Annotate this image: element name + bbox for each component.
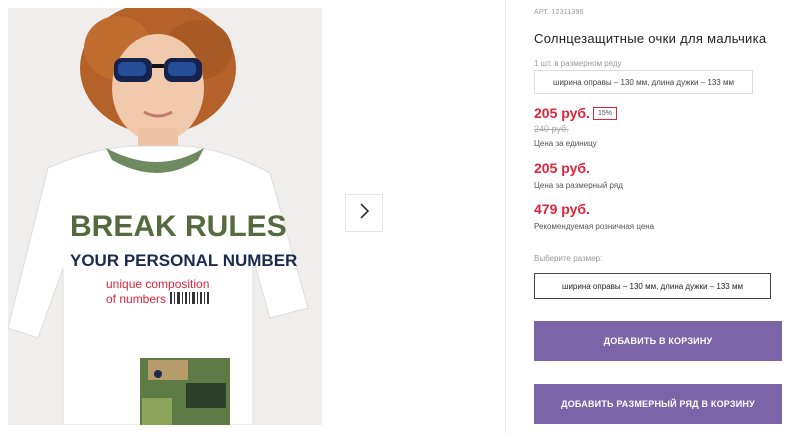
old-price: 240 руб. xyxy=(534,124,569,134)
shirt-text-line3: unique composition xyxy=(106,277,209,291)
product-gallery: BREAK RULES YOUR PERSONAL NUMBER unique … xyxy=(0,0,506,433)
size-option[interactable]: ширина оправы – 130 мм, длина дужки – 13… xyxy=(534,273,771,299)
chevron-right-icon xyxy=(358,202,370,224)
unit-price: 205 руб. xyxy=(534,105,590,121)
product-photo: BREAK RULES YOUR PERSONAL NUMBER unique … xyxy=(8,8,322,425)
retail-price: 479 руб. xyxy=(534,201,590,217)
shirt-text-line4: of numbers xyxy=(106,292,166,306)
row-price: 205 руб. xyxy=(534,160,590,176)
product-title: Солнцезащитные очки для мальчика xyxy=(534,31,767,46)
unit-price-caption: Цена за единицу xyxy=(534,139,597,148)
gallery-next-button[interactable] xyxy=(345,194,383,232)
add-row-to-cart-button[interactable]: ДОБАВИТЬ РАЗМЕРНЫЙ РЯД В КОРЗИНУ xyxy=(534,384,782,424)
add-to-cart-button[interactable]: ДОБАВИТЬ В КОРЗИНУ xyxy=(534,321,782,361)
pack-size-box: ширина оправы – 130 мм, длина дужки – 13… xyxy=(534,70,753,94)
shirt-text-line1: BREAK RULES xyxy=(70,210,287,243)
article-number: АРТ. 12311396 xyxy=(534,9,584,16)
pack-label: 1 шт. в размерном ряду xyxy=(534,59,622,68)
row-price-caption: Цена за размерный ряд xyxy=(534,181,623,190)
retail-price-caption: Рекомендуемая розничная цена xyxy=(534,222,655,231)
boy-photo-illustration: BREAK RULES YOUR PERSONAL NUMBER unique … xyxy=(8,8,322,425)
shirt-text-line2: YOUR PERSONAL NUMBER xyxy=(70,251,297,270)
product-page: BREAK RULES YOUR PERSONAL NUMBER unique … xyxy=(0,0,800,433)
discount-badge: 15% xyxy=(593,107,618,120)
size-label: Выберите размер: xyxy=(534,254,603,263)
